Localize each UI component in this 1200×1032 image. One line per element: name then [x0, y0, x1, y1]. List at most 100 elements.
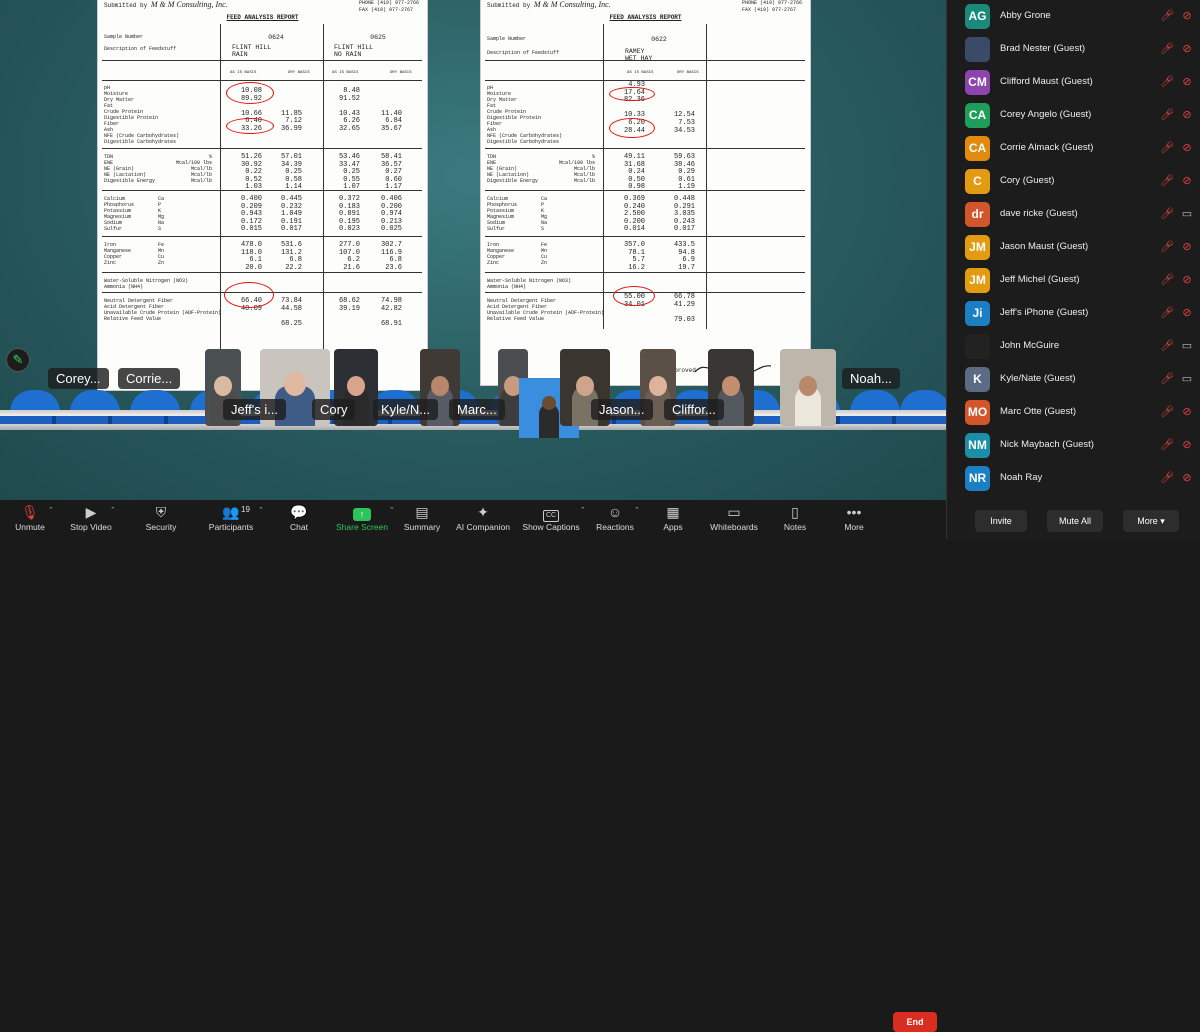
whiteboards-button[interactable]: ▭ Whiteboards	[706, 502, 762, 539]
video-off-icon[interactable]: ⊘	[1180, 108, 1194, 122]
invite-button[interactable]: Invite	[975, 510, 1027, 532]
muted-mic-icon[interactable]: 🎤︎	[1160, 273, 1174, 287]
video-off-icon[interactable]: ⊘	[1180, 9, 1194, 23]
video-off-icon[interactable]: ⊘	[1180, 75, 1194, 89]
chevron-up-icon[interactable]: ⌃	[580, 506, 586, 514]
video-off-icon[interactable]: ⊘	[1180, 438, 1194, 452]
video-off-icon[interactable]: ⊘	[1180, 405, 1194, 419]
participant-row[interactable]: JM Jeff Michel (Guest) 🎤︎ ⊘	[947, 264, 1200, 297]
participant-row[interactable]: Ji Jeff's iPhone (Guest) 🎤︎ ⊘	[947, 297, 1200, 330]
avatar: K	[965, 367, 990, 392]
muted-mic-icon[interactable]: 🎤︎	[1160, 207, 1174, 221]
participants-button[interactable]: 👥 Participants 19	[203, 502, 259, 539]
video-name-tag: Jeff's i...	[223, 399, 287, 420]
stop-video-button[interactable]: ▶ Stop Video	[66, 502, 116, 539]
muted-mic-icon[interactable]: 🎤︎	[1160, 471, 1174, 485]
security-button[interactable]: ⛨ Security	[141, 502, 181, 539]
unmute-button[interactable]: 🎙 Unmute	[10, 502, 50, 539]
energy-labels: TDN ENE NE (Grain) NE (Lactation) Digest…	[487, 154, 539, 184]
muted-mic-icon[interactable]: 🎤︎	[1160, 174, 1174, 188]
video-camera-icon[interactable]: ▭	[1180, 339, 1194, 353]
fiber-labels: Neutral Detergent Fiber Acid Detergent F…	[104, 298, 222, 322]
muted-mic-icon[interactable]: 🎤︎	[1160, 405, 1174, 419]
video-tile[interactable]	[780, 349, 836, 426]
video-off-icon[interactable]: ⊘	[1180, 240, 1194, 254]
chevron-up-icon[interactable]: ⌃	[634, 506, 640, 514]
values-0624-asis: 478.0 118.0 6.1 20.0	[240, 241, 262, 272]
participant-row[interactable]: dr dave ricke (Guest) 🎤︎ ▭	[947, 198, 1200, 231]
participant-row[interactable]: John McGuire 🎤︎ ▭	[947, 330, 1200, 363]
video-off-icon[interactable]: ⊘	[1180, 306, 1194, 320]
participant-name: Clifford Maust (Guest)	[1000, 76, 1093, 87]
video-off-icon[interactable]: ⊘	[1180, 273, 1194, 287]
apps-button[interactable]: ▦ Apps	[660, 502, 686, 539]
mute-all-button[interactable]: Mute All	[1047, 510, 1103, 532]
reactions-button[interactable]: ☺ Reactions	[594, 502, 636, 539]
video-off-icon[interactable]: ⊘	[1180, 42, 1194, 56]
notes-button[interactable]: ▯ Notes	[781, 502, 809, 539]
participant-row[interactable]: CM Clifford Maust (Guest) 🎤︎ ⊘	[947, 66, 1200, 99]
more-button[interactable]: More ▾	[1123, 510, 1179, 532]
sample-number-label: Sample Number	[104, 34, 144, 40]
annotate-pen-icon[interactable]: ✎	[6, 348, 30, 372]
trace-symbols: Fe Mn Cu Zn	[158, 242, 165, 266]
chat-button[interactable]: 💬 Chat	[284, 502, 314, 539]
sample-number-label: Sample Number	[487, 36, 527, 42]
more-toolbar-button[interactable]: ••• More	[840, 502, 868, 539]
participant-row[interactable]: K Kyle/Nate (Guest) 🎤︎ ▭	[947, 363, 1200, 396]
chevron-up-icon[interactable]: ⌃	[389, 506, 395, 514]
video-off-icon[interactable]: ⊘	[1180, 141, 1194, 155]
participant-row[interactable]: CA Corrie Almack (Guest) 🎤︎ ⊘	[947, 132, 1200, 165]
annotation-circle	[226, 82, 274, 104]
mineral-labels: Calcium Phosphorus Potassium Magnesium S…	[487, 196, 518, 232]
nitrogen-labels: Water-Soluble Nitrogen (NO3) Ammonia (NH…	[487, 278, 572, 290]
muted-mic-icon[interactable]: 🎤︎	[1160, 240, 1174, 254]
values-0625-dry: 0.406 0.200 0.974 0.213 0.025	[380, 195, 402, 234]
muted-mic-icon[interactable]: 🎤︎	[1160, 108, 1174, 122]
muted-mic-icon[interactable]: 🎤︎	[1160, 9, 1174, 23]
participant-row[interactable]: MO Marc Otte (Guest) 🎤︎ ⊘	[947, 396, 1200, 429]
video-name-tag: Corey...	[48, 368, 109, 389]
share-screen-button[interactable]: ↑ Share Screen	[334, 502, 390, 539]
show-captions-button[interactable]: CC Show Captions	[520, 502, 582, 539]
participant-row[interactable]: NM Nick Maybach (Guest) 🎤︎ ⊘	[947, 429, 1200, 462]
video-camera-icon[interactable]: ▭	[1180, 207, 1194, 221]
whiteboard-icon: ▭	[727, 504, 741, 520]
participant-name: Kyle/Nate (Guest)	[1000, 373, 1076, 384]
chevron-up-icon[interactable]: ⌃	[48, 506, 54, 514]
shared-screen-area: Submitted by M & M Consulting, Inc. PHON…	[0, 0, 946, 500]
avatar: C	[965, 169, 990, 194]
summary-button[interactable]: ▤ Summary	[402, 502, 442, 539]
muted-mic-icon[interactable]: 🎤︎	[1160, 339, 1174, 353]
sparkle-icon: ✦	[477, 504, 489, 520]
video-off-icon[interactable]: ⊘	[1180, 174, 1194, 188]
muted-mic-icon[interactable]: 🎤︎	[1160, 438, 1174, 452]
chevron-up-icon[interactable]: ⌃	[110, 506, 116, 514]
participant-row[interactable]: JM Jason Maust (Guest) 🎤︎ ⊘	[947, 231, 1200, 264]
avatar: Ji	[965, 301, 990, 326]
participant-row[interactable]: C Cory (Guest) 🎤︎ ⊘	[947, 165, 1200, 198]
video-off-icon[interactable]: ⊘	[1180, 471, 1194, 485]
end-meeting-button[interactable]: End	[893, 1012, 937, 1032]
values-0625-dry: 74.98 42.82 68.91	[380, 297, 402, 328]
participant-row[interactable]: CA Corey Angelo (Guest) 🎤︎ ⊘	[947, 99, 1200, 132]
meeting-toolbar: 🎙 Unmute ⌃ ▶ Stop Video ⌃ ⛨ Security 👥 Parti…	[0, 500, 946, 1032]
muted-mic-icon[interactable]: 🎤︎	[1160, 75, 1174, 89]
participant-row[interactable]: Brad Nester (Guest) 🎤︎ ⊘	[947, 33, 1200, 66]
muted-mic-icon[interactable]: 🎤︎	[1160, 306, 1174, 320]
muted-mic-icon[interactable]: 🎤︎	[1160, 42, 1174, 56]
chevron-up-icon[interactable]: ⌃	[258, 506, 264, 514]
ai-companion-button[interactable]: ✦ AI Companion	[454, 502, 512, 539]
participant-row[interactable]: NR Noah Ray 🎤︎ ⊘	[947, 462, 1200, 495]
shield-icon: ⛨	[155, 504, 167, 520]
participants-panel: AG Abby Grone 🎤︎ ⊘ Brad Nester (Guest) 🎤︎ ⊘ CM C…	[946, 0, 1200, 539]
participant-row[interactable]: AG Abby Grone 🎤︎ ⊘	[947, 0, 1200, 33]
submitted-by: Submitted by M & M Consulting, Inc.	[487, 0, 611, 9]
video-camera-icon[interactable]: ▭	[1180, 372, 1194, 386]
values-0624-dry: 57.01 34.39 0.25 0.58 1.14	[280, 153, 302, 192]
muted-mic-icon[interactable]: 🎤︎	[1160, 141, 1174, 155]
values-0622-asis: 49.11 31.68 0.24 0.50 0.98	[623, 153, 645, 192]
cc-icon: CC	[520, 502, 582, 522]
muted-mic-icon[interactable]: 🎤︎	[1160, 372, 1174, 386]
participant-name: Jason Maust (Guest)	[1000, 241, 1089, 252]
